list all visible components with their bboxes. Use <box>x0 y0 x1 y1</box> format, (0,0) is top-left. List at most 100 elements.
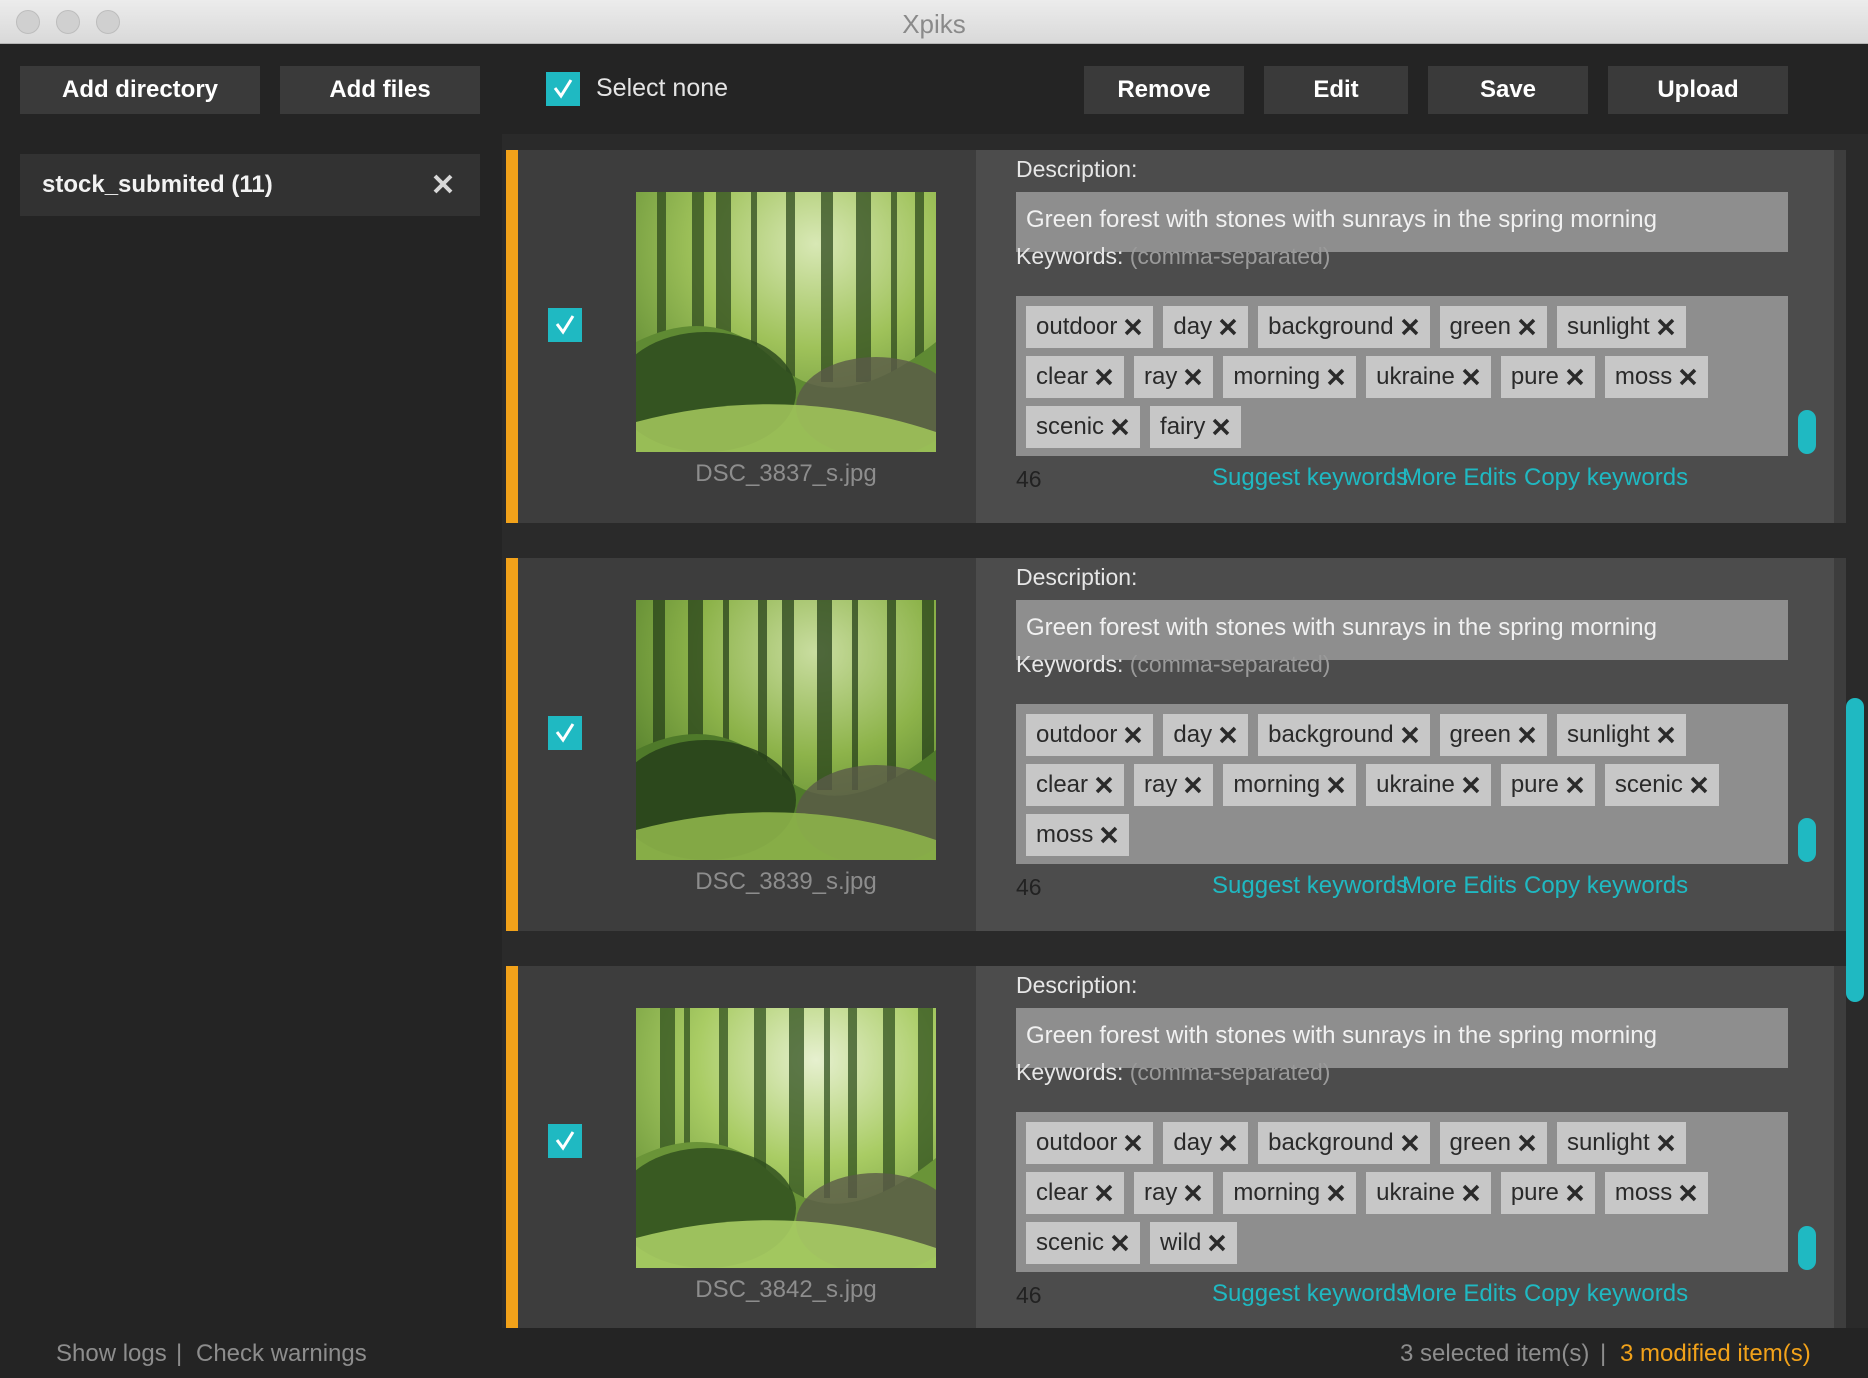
remove-keyword-icon[interactable] <box>1183 367 1203 387</box>
remove-keyword-icon[interactable] <box>1094 367 1114 387</box>
suggest-keywords-link[interactable]: Suggest keywords <box>1212 464 1408 492</box>
keyword-chip[interactable]: day <box>1163 714 1249 756</box>
keyword-chip[interactable]: green <box>1439 1122 1547 1164</box>
remove-keyword-icon[interactable] <box>1461 775 1481 795</box>
more-edits-link[interactable]: More Edits <box>1402 1280 1517 1308</box>
remove-keyword-icon[interactable] <box>1326 367 1346 387</box>
keyword-chip[interactable]: moss <box>1604 356 1709 398</box>
remove-keyword-icon[interactable] <box>1656 317 1676 337</box>
keyword-chip[interactable]: background <box>1258 1122 1430 1164</box>
keyword-chip[interactable]: sunlight <box>1556 714 1686 756</box>
close-icon[interactable] <box>430 171 456 197</box>
copy-keywords-link[interactable]: Copy keywords <box>1524 872 1688 900</box>
keywords-editor[interactable]: outdoor day background green sunlight clear ra… <box>1016 704 1788 864</box>
keywords-editor[interactable]: outdoor day background green sunlight clear ra… <box>1016 296 1788 456</box>
remove-keyword-icon[interactable] <box>1400 317 1420 337</box>
item-checkbox[interactable] <box>548 716 582 750</box>
sidebar-item-directory[interactable]: stock_submited (11) <box>20 154 480 216</box>
remove-keyword-icon[interactable] <box>1656 725 1676 745</box>
keyword-chip[interactable]: morning <box>1223 1172 1357 1214</box>
show-logs-link[interactable]: Show logs <box>56 1340 167 1368</box>
keyword-chip[interactable]: clear <box>1026 764 1125 806</box>
keyword-chip[interactable]: moss <box>1604 1172 1709 1214</box>
keyword-chip[interactable]: green <box>1439 714 1547 756</box>
keyword-chip[interactable]: moss <box>1026 814 1130 856</box>
remove-keyword-icon[interactable] <box>1183 775 1203 795</box>
more-edits-link[interactable]: More Edits <box>1402 872 1517 900</box>
keywords-scrollbar[interactable] <box>1798 1226 1816 1270</box>
suggest-keywords-link[interactable]: Suggest keywords <box>1212 872 1408 900</box>
modified-count[interactable]: 3 modified item(s) <box>1620 1340 1811 1368</box>
keyword-chip[interactable]: background <box>1258 714 1430 756</box>
keyword-chip[interactable]: scenic <box>1026 406 1141 448</box>
keyword-chip[interactable]: ukraine <box>1366 356 1491 398</box>
keyword-chip[interactable]: wild <box>1150 1222 1238 1264</box>
keyword-chip[interactable]: morning <box>1223 764 1357 806</box>
select-none-label[interactable]: Select none <box>596 74 728 103</box>
item-checkbox[interactable] <box>548 1124 582 1158</box>
remove-keyword-icon[interactable] <box>1461 1183 1481 1203</box>
remove-keyword-icon[interactable] <box>1207 1233 1227 1253</box>
keyword-chip[interactable]: ukraine <box>1366 764 1491 806</box>
item-checkbox[interactable] <box>548 308 582 342</box>
keyword-chip[interactable]: outdoor <box>1026 306 1154 348</box>
keyword-chip[interactable]: pure <box>1500 764 1595 806</box>
remove-keyword-icon[interactable] <box>1218 317 1238 337</box>
copy-keywords-link[interactable]: Copy keywords <box>1524 464 1688 492</box>
remove-keyword-icon[interactable] <box>1400 1133 1420 1153</box>
edit-button[interactable]: Edit <box>1264 66 1408 114</box>
keywords-editor[interactable]: outdoor day background green sunlight clear ra… <box>1016 1112 1788 1272</box>
remove-keyword-icon[interactable] <box>1461 367 1481 387</box>
remove-keyword-icon[interactable] <box>1400 725 1420 745</box>
remove-keyword-icon[interactable] <box>1218 725 1238 745</box>
list-scrollbar[interactable] <box>1846 698 1864 1002</box>
remove-keyword-icon[interactable] <box>1517 317 1537 337</box>
more-edits-link[interactable]: More Edits <box>1402 464 1517 492</box>
keyword-chip[interactable]: pure <box>1500 1172 1595 1214</box>
keyword-chip[interactable]: sunlight <box>1556 1122 1686 1164</box>
artwork-row[interactable]: DSC_3842_s.jpg Description: Green forest… <box>506 966 1846 1328</box>
keyword-chip[interactable]: ray <box>1134 356 1214 398</box>
remove-keyword-icon[interactable] <box>1110 1233 1130 1253</box>
keyword-chip[interactable]: outdoor <box>1026 714 1154 756</box>
thumbnail[interactable] <box>636 192 936 452</box>
remove-keyword-icon[interactable] <box>1326 775 1346 795</box>
remove-keyword-icon[interactable] <box>1517 725 1537 745</box>
upload-button[interactable]: Upload <box>1608 66 1788 114</box>
keyword-chip[interactable]: ukraine <box>1366 1172 1491 1214</box>
copy-keywords-link[interactable]: Copy keywords <box>1524 1280 1688 1308</box>
keyword-chip[interactable]: day <box>1163 306 1249 348</box>
select-none-checkbox[interactable] <box>546 72 580 106</box>
remove-keyword-icon[interactable] <box>1094 1183 1114 1203</box>
remove-keyword-icon[interactable] <box>1517 1133 1537 1153</box>
keyword-chip[interactable]: background <box>1258 306 1430 348</box>
add-files-button[interactable]: Add files <box>280 66 480 114</box>
keyword-chip[interactable]: morning <box>1223 356 1357 398</box>
suggest-keywords-link[interactable]: Suggest keywords <box>1212 1280 1408 1308</box>
keyword-chip[interactable]: scenic <box>1026 1222 1141 1264</box>
thumbnail[interactable] <box>636 1008 936 1268</box>
keyword-chip[interactable]: ray <box>1134 764 1214 806</box>
artwork-row[interactable]: DSC_3837_s.jpg Description: Green forest… <box>506 150 1846 523</box>
save-button[interactable]: Save <box>1428 66 1588 114</box>
remove-keyword-icon[interactable] <box>1656 1133 1676 1153</box>
remove-keyword-icon[interactable] <box>1099 825 1119 845</box>
remove-keyword-icon[interactable] <box>1110 417 1130 437</box>
remove-keyword-icon[interactable] <box>1678 367 1698 387</box>
keyword-chip[interactable]: sunlight <box>1556 306 1686 348</box>
keyword-chip[interactable]: outdoor <box>1026 1122 1154 1164</box>
thumbnail[interactable] <box>636 600 936 860</box>
remove-keyword-icon[interactable] <box>1565 1183 1585 1203</box>
keyword-chip[interactable]: clear <box>1026 1172 1125 1214</box>
keywords-scrollbar[interactable] <box>1798 818 1816 862</box>
check-warnings-link[interactable]: Check warnings <box>196 1340 367 1368</box>
remove-keyword-icon[interactable] <box>1183 1183 1203 1203</box>
remove-keyword-icon[interactable] <box>1123 725 1143 745</box>
keyword-chip[interactable]: pure <box>1500 356 1595 398</box>
remove-keyword-icon[interactable] <box>1123 317 1143 337</box>
remove-button[interactable]: Remove <box>1084 66 1244 114</box>
remove-keyword-icon[interactable] <box>1565 367 1585 387</box>
keyword-chip[interactable]: fairy <box>1150 406 1242 448</box>
remove-keyword-icon[interactable] <box>1689 775 1709 795</box>
keyword-chip[interactable]: day <box>1163 1122 1249 1164</box>
